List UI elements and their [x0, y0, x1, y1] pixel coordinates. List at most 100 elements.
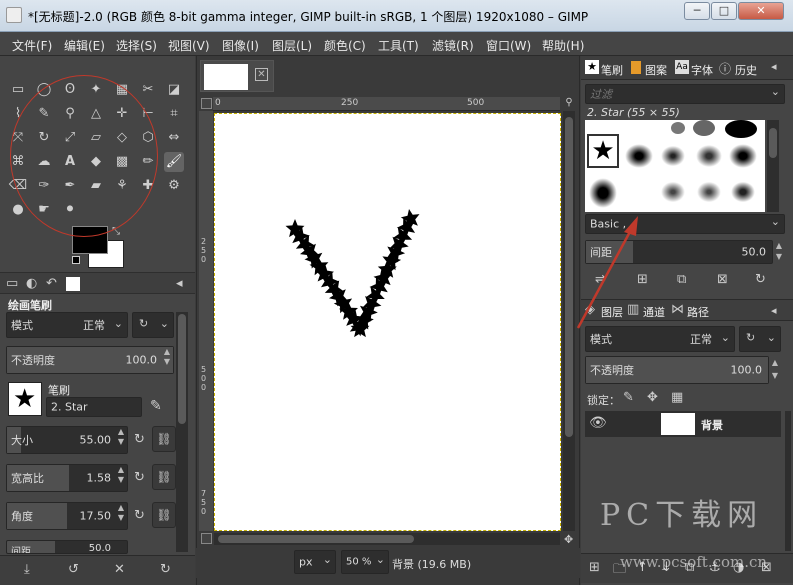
layer-name[interactable]: 背景: [701, 417, 723, 433]
layer-opacity-spinner[interactable]: ▲ ▼: [769, 356, 781, 384]
device-status-tab-icon[interactable]: ◐: [26, 276, 37, 291]
image-tab[interactable]: ✕: [200, 60, 274, 92]
patterns-tab-icon[interactable]: [631, 61, 641, 74]
layer-opacity-slider[interactable]: 不透明度 100.0: [585, 356, 769, 384]
brush-preview[interactable]: ★: [8, 382, 42, 416]
size-link-button[interactable]: ⛓: [152, 426, 176, 452]
brush-cell[interactable]: [625, 144, 653, 168]
menu-layer[interactable]: 图层(L): [272, 37, 312, 54]
aspect-reset-icon[interactable]: ↻: [134, 470, 145, 485]
edit-brush-icon[interactable]: ✎: [150, 398, 162, 414]
tool-options-tab-icon[interactable]: ▭: [6, 276, 18, 291]
star-brush-cell[interactable]: ★: [587, 134, 619, 168]
size-reset-icon[interactable]: ↻: [134, 432, 145, 447]
maximize-button[interactable]: □: [711, 2, 737, 20]
brush-grid[interactable]: ★: [585, 120, 765, 212]
rect-select-tool-icon[interactable]: ▭: [8, 80, 28, 100]
images-tab-icon[interactable]: [66, 277, 80, 291]
save-options-icon[interactable]: ⤓: [24, 562, 30, 577]
spacing-spinner[interactable]: ▲ ▼: [773, 240, 785, 264]
zoom-dropdown[interactable]: 50 % ⌄: [341, 550, 389, 574]
menu-windows[interactable]: 窗口(W): [486, 37, 531, 54]
new-layer-icon[interactable]: ⊞: [589, 560, 600, 575]
drawing-canvas[interactable]: [214, 113, 561, 531]
size-slider[interactable]: 大小 55.00 ▲ ▼: [6, 426, 128, 454]
brush-cell[interactable]: [693, 120, 715, 136]
size-spinner[interactable]: ▲ ▼: [115, 427, 127, 453]
menu-file[interactable]: 文件(F): [12, 37, 52, 54]
scrollbar-thumb[interactable]: [178, 314, 186, 424]
menu-filters[interactable]: 滤镜(R): [432, 37, 474, 54]
quick-mask-corner-icon[interactable]: [201, 98, 212, 109]
undo-history-tab-icon[interactable]: ↶: [46, 276, 57, 291]
angle-spinner[interactable]: ▲ ▼: [115, 503, 127, 529]
tool-options-scrollbar[interactable]: [176, 312, 188, 552]
opacity-spinner[interactable]: ▲ ▼: [161, 347, 173, 373]
layer-composite-dropdown[interactable]: ↻ ⌄: [739, 326, 781, 352]
paintbrush-tool-icon[interactable]: 🖌: [164, 152, 184, 172]
brushes-tab-icon[interactable]: ★: [585, 60, 599, 74]
menu-view[interactable]: 视图(V): [168, 37, 210, 54]
visibility-eye-icon[interactable]: 👁: [589, 415, 607, 431]
tab-fonts[interactable]: 字体: [691, 62, 713, 78]
minimize-button[interactable]: ─: [684, 2, 710, 20]
delete-options-icon[interactable]: ✕: [114, 562, 125, 577]
menu-help[interactable]: 帮助(H): [542, 37, 584, 54]
menu-select[interactable]: 选择(S): [116, 37, 157, 54]
mode-dropdown[interactable]: 模式 正常 ⌄: [6, 312, 128, 338]
mode-reset-dropdown[interactable]: ↻ ⌄: [132, 312, 174, 338]
menu-tools[interactable]: 工具(T): [378, 37, 419, 54]
dock-menu-icon[interactable]: ◂: [176, 276, 183, 291]
close-tab-icon[interactable]: ✕: [255, 68, 268, 81]
reset-options-icon[interactable]: ↻: [160, 562, 171, 577]
refresh-brushes-icon[interactable]: ↻: [755, 272, 766, 287]
angle-slider[interactable]: 角度 17.50 ▲ ▼: [6, 502, 128, 530]
brush-cell[interactable]: [659, 180, 687, 204]
menu-image[interactable]: 图像(I): [222, 37, 259, 54]
spacing-slider-partial[interactable]: 间距 50.0: [6, 540, 128, 554]
menu-edit[interactable]: 编辑(E): [64, 37, 105, 54]
delete-brush-icon[interactable]: ⊠: [717, 272, 728, 287]
default-colors-icon[interactable]: [72, 256, 80, 264]
history-tab-icon[interactable]: ⓘ: [719, 60, 731, 77]
scissors-tool-icon[interactable]: ✂: [138, 80, 158, 100]
duplicate-brush-icon[interactable]: ⧉: [677, 272, 686, 287]
lock-position-icon[interactable]: ✥: [647, 390, 658, 405]
navigate-icon[interactable]: ✥: [564, 533, 573, 546]
scrollbar-thumb[interactable]: [769, 128, 777, 158]
brush-cell[interactable]: [589, 178, 617, 208]
angle-reset-icon[interactable]: ↻: [134, 508, 145, 523]
brush-filter-input[interactable]: 过滤 ⌄: [585, 84, 785, 104]
scrollbar-thumb[interactable]: [218, 535, 414, 543]
dock-menu-icon[interactable]: ◂: [771, 60, 777, 73]
brush-cell[interactable]: [659, 144, 687, 168]
layer-row-background[interactable]: 👁 背景: [585, 411, 781, 437]
lock-alpha-icon[interactable]: ▦: [671, 390, 683, 405]
menu-colors[interactable]: 颜色(C): [324, 37, 366, 54]
brush-cell[interactable]: [695, 144, 723, 168]
aspect-ratio-spinner[interactable]: ▲ ▼: [115, 465, 127, 491]
dock-menu-icon[interactable]: ◂: [771, 304, 777, 317]
brush-cell[interactable]: [695, 180, 723, 204]
unit-dropdown[interactable]: px ⌄: [294, 550, 336, 574]
opacity-slider[interactable]: 不透明度 100.0 ▲ ▼: [6, 346, 174, 374]
tab-paths[interactable]: 路径: [687, 304, 709, 320]
layers-scrollbar[interactable]: [785, 411, 791, 551]
aspect-link-button[interactable]: ⛓: [152, 464, 176, 490]
restore-options-icon[interactable]: ↺: [68, 562, 79, 577]
paths-tab-icon[interactable]: ⋈: [671, 302, 684, 317]
crop-tool-icon[interactable]: ⌗: [164, 104, 184, 124]
fonts-tab-icon[interactable]: Aa: [675, 60, 689, 74]
brush-cell[interactable]: [725, 120, 757, 138]
angle-link-button[interactable]: ⛓: [152, 502, 176, 528]
lock-pixels-icon[interactable]: ✎: [623, 390, 634, 405]
brush-cell[interactable]: [729, 144, 757, 168]
brush-cell[interactable]: [671, 122, 685, 134]
brush-cell[interactable]: [729, 180, 757, 204]
brush-grid-scrollbar[interactable]: [767, 120, 779, 212]
close-button[interactable]: ✕: [738, 2, 784, 20]
canvas-horizontal-scrollbar[interactable]: [214, 533, 560, 545]
zoom-fit-icon[interactable]: ⚲: [562, 97, 576, 111]
brush-name-field[interactable]: 2. Star: [46, 397, 142, 417]
perspective-clone-tool-icon[interactable]: ⚙: [164, 176, 184, 196]
